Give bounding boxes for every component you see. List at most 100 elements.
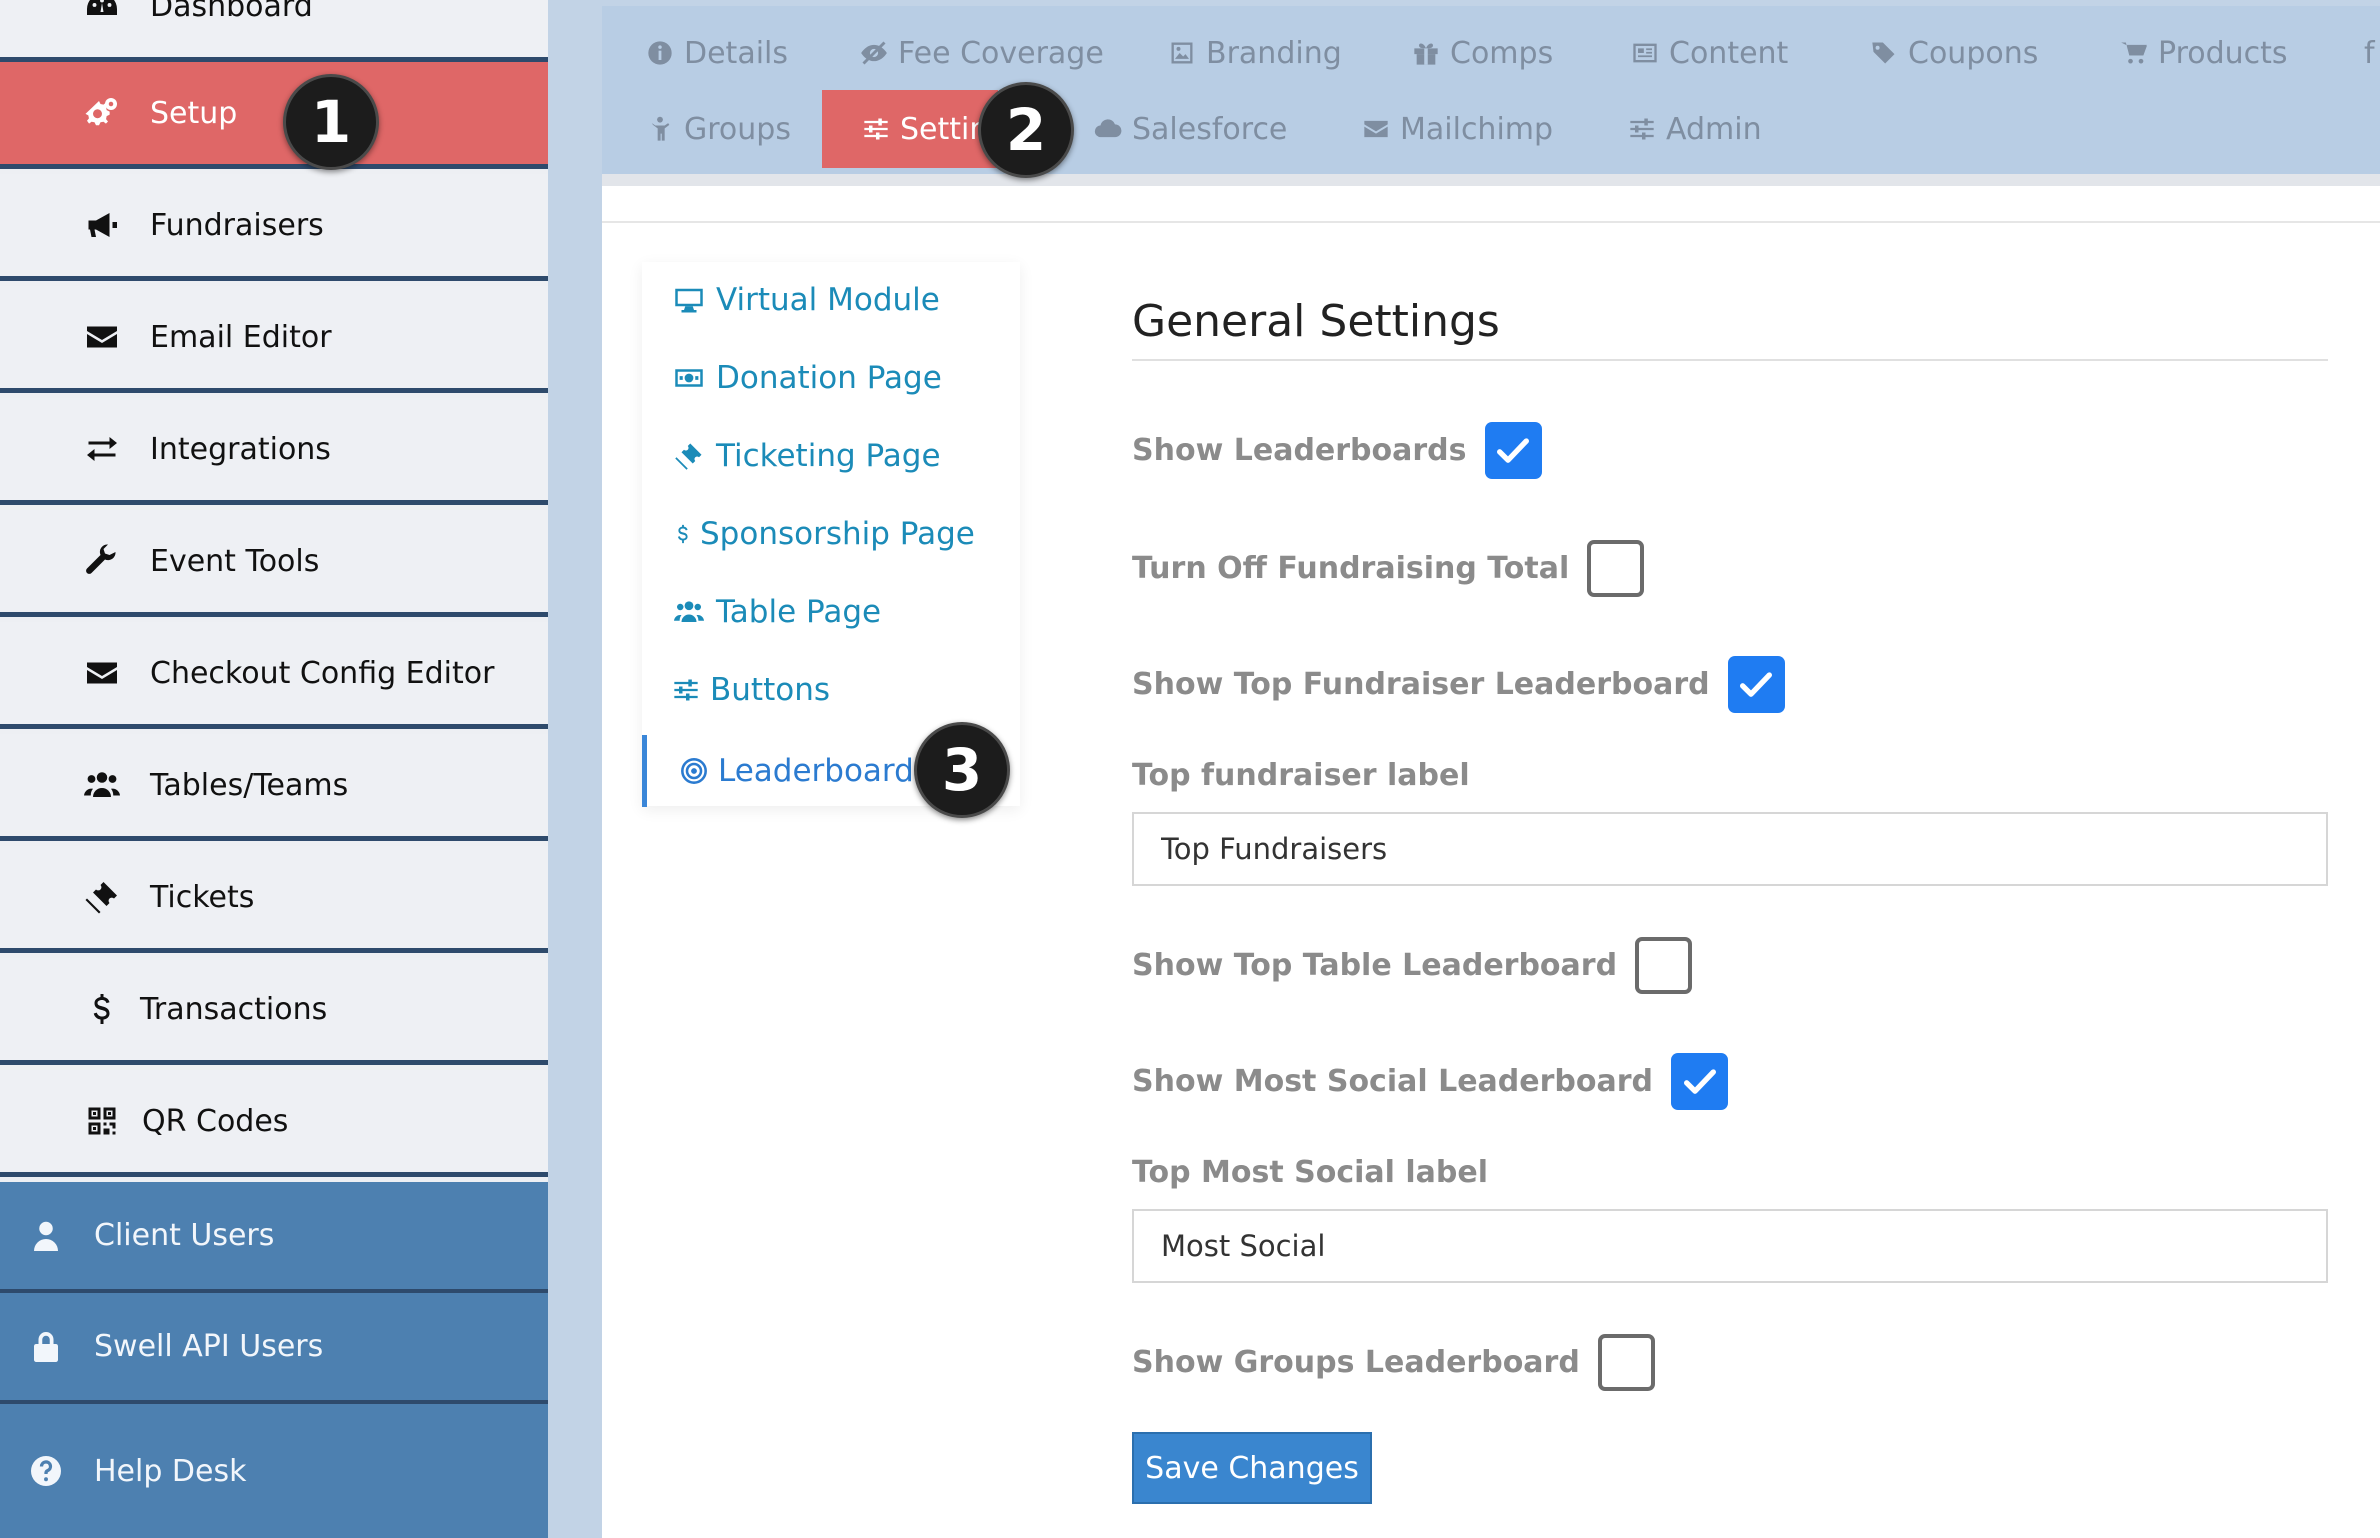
show-leaderboards-row: Show Leaderboards <box>1132 422 1542 479</box>
step-marker-1: 1 <box>283 74 379 170</box>
money-icon <box>675 369 703 387</box>
show-groups-label: Show Groups Leaderboard <box>1132 1345 1580 1380</box>
gift-icon <box>1414 43 1438 65</box>
show-groups-checkbox[interactable] <box>1597 1334 1655 1391</box>
subnav-label: Leaderboards <box>718 753 930 789</box>
sidebar-item-label: Integrations <box>150 431 331 467</box>
wrench-icon <box>80 541 124 581</box>
sidebar-item-label: Dashboard <box>150 0 313 24</box>
tab-label: Coupons <box>1908 35 2039 71</box>
sidebar-item-label: Email Editor <box>150 319 332 355</box>
subnav-ticketing-page[interactable]: Ticketing Page <box>642 423 1020 489</box>
tab-label: Groups <box>684 111 791 147</box>
tab-groups[interactable]: Groups <box>646 90 791 168</box>
subnav-sponsorship-page[interactable]: Sponsorship Page <box>642 501 1020 567</box>
users-icon <box>80 765 124 805</box>
tab-content[interactable]: Content <box>1631 14 1788 92</box>
sidebar-item-dashboard[interactable]: Dashboard <box>0 0 548 62</box>
top-fundraiser-label-title: Top fundraiser label <box>1132 758 1470 793</box>
tab-label: Branding <box>1206 35 1342 71</box>
checkmark-icon <box>1740 671 1773 697</box>
subnav-donation-page[interactable]: Donation Page <box>642 345 1020 411</box>
sidebar-item-label: Fundraisers <box>150 207 324 243</box>
top-fundraiser-label-input[interactable] <box>1132 812 2328 886</box>
show-most-social-row: Show Most Social Leaderboard <box>1132 1053 1729 1110</box>
sidebar-item-event-tools[interactable]: Event Tools <box>0 510 548 617</box>
ticket-icon <box>80 877 124 917</box>
sidebar-item-client-users[interactable]: Client Users <box>0 1182 548 1293</box>
sidebar-item-integrations[interactable]: Integrations <box>0 398 548 505</box>
subnav-buttons[interactable]: Buttons <box>642 657 1020 723</box>
sliders-icon <box>674 679 698 701</box>
dashboard-icon <box>80 0 124 26</box>
tab-branding[interactable]: Branding <box>1168 14 1342 92</box>
sidebar-item-label: Tables/Teams <box>150 767 349 803</box>
tab-products[interactable]: Products <box>2120 14 2288 92</box>
sidebar-item-label: QR Codes <box>142 1103 289 1139</box>
sidebar-item-swell-api-users[interactable]: Swell API Users <box>0 1293 548 1404</box>
tab-label: Settings <box>900 111 990 147</box>
show-top-table-checkbox[interactable] <box>1635 937 1693 994</box>
lock-icon <box>24 1327 68 1367</box>
child-icon <box>651 116 670 141</box>
divider <box>602 221 2380 223</box>
tab-fee-coverage[interactable]: Fee Coverage <box>860 14 1104 92</box>
sidebar-item-help-desk[interactable]: Help Desk <box>0 1404 548 1538</box>
show-top-fundraiser-checkbox[interactable] <box>1727 656 1785 713</box>
sidebar-item-qr-codes[interactable]: QR Codes <box>0 1070 548 1177</box>
tab-label: Content <box>1669 35 1789 71</box>
sidebar: Dashboard Setup Fundraisers Email Editor… <box>0 0 548 1538</box>
sidebar-item-tickets[interactable]: Tickets <box>0 846 548 953</box>
show-most-social-checkbox[interactable] <box>1671 1053 1729 1110</box>
sidebar-item-label: Swell API Users <box>94 1329 324 1364</box>
subnav-label: Ticketing Page <box>716 438 941 474</box>
show-leaderboards-checkbox[interactable] <box>1484 422 1542 479</box>
tab-comps[interactable]: Comps <box>1412 14 1553 92</box>
tab-more-partial[interactable]: f <box>2364 14 2375 92</box>
subnav-label: Sponsorship Page <box>700 516 975 552</box>
sidebar-item-email-editor[interactable]: Email Editor <box>0 286 548 393</box>
top-most-social-label-input[interactable] <box>1132 1209 2328 1283</box>
tab-label: Mailchimp <box>1400 111 1554 147</box>
tab-details[interactable]: Details <box>646 14 788 92</box>
sidebar-item-setup[interactable]: Setup <box>0 62 548 169</box>
qrcode-icon <box>80 1101 124 1141</box>
sidebar-item-tables-teams[interactable]: Tables/Teams <box>0 734 548 841</box>
tab-mailchimp[interactable]: Mailchimp <box>1362 90 1553 168</box>
subnav-label: Buttons <box>710 672 830 708</box>
sidebar-item-label: Checkout Config Editor <box>150 655 495 691</box>
tab-settings[interactable]: Settings <box>822 90 998 168</box>
user-icon <box>24 1216 68 1256</box>
tab-label: Fee Coverage <box>898 35 1104 71</box>
sidebar-item-label: Help Desk <box>94 1453 247 1489</box>
desktop-icon <box>675 288 703 313</box>
subnav-label: Virtual Module <box>716 282 940 318</box>
sliders-icon <box>1630 118 1654 140</box>
show-top-table-row: Show Top Table Leaderboard <box>1132 937 1693 994</box>
checkmark-icon <box>1497 437 1530 463</box>
checkmark-icon <box>1683 1068 1716 1094</box>
sidebar-item-label: Setup <box>150 95 238 131</box>
subnav-virtual-module[interactable]: Virtual Module <box>642 267 1020 333</box>
users-icon <box>674 601 704 622</box>
top-most-social-label-title: Top Most Social label <box>1132 1155 1489 1190</box>
cart-icon <box>2121 42 2147 64</box>
dollar-icon <box>80 989 124 1029</box>
sidebar-item-label: Tickets <box>150 879 255 915</box>
sidebar-item-fundraisers[interactable]: Fundraisers <box>0 174 548 281</box>
page-title: General Settings <box>1132 296 1500 347</box>
tab-coupons[interactable]: Coupons <box>1870 14 2038 92</box>
divider <box>1132 359 2328 361</box>
tab-salesforce[interactable]: Salesforce <box>1094 90 1287 168</box>
tab-admin[interactable]: Admin <box>1628 90 1762 168</box>
turn-off-fundraising-total-checkbox[interactable] <box>1587 540 1645 597</box>
image-icon <box>1171 42 1193 64</box>
question-circle-icon <box>24 1451 68 1491</box>
sidebar-item-transactions[interactable]: Transactions <box>0 958 548 1065</box>
save-changes-button[interactable]: Save Changes <box>1132 1432 1372 1504</box>
sidebar-item-label: Transactions <box>140 991 328 1027</box>
ticket-icon <box>675 443 702 470</box>
sidebar-item-checkout-config-editor[interactable]: Checkout Config Editor <box>0 622 548 729</box>
subnav-table-page[interactable]: Table Page <box>642 579 1020 645</box>
tab-label: Details <box>684 35 789 71</box>
